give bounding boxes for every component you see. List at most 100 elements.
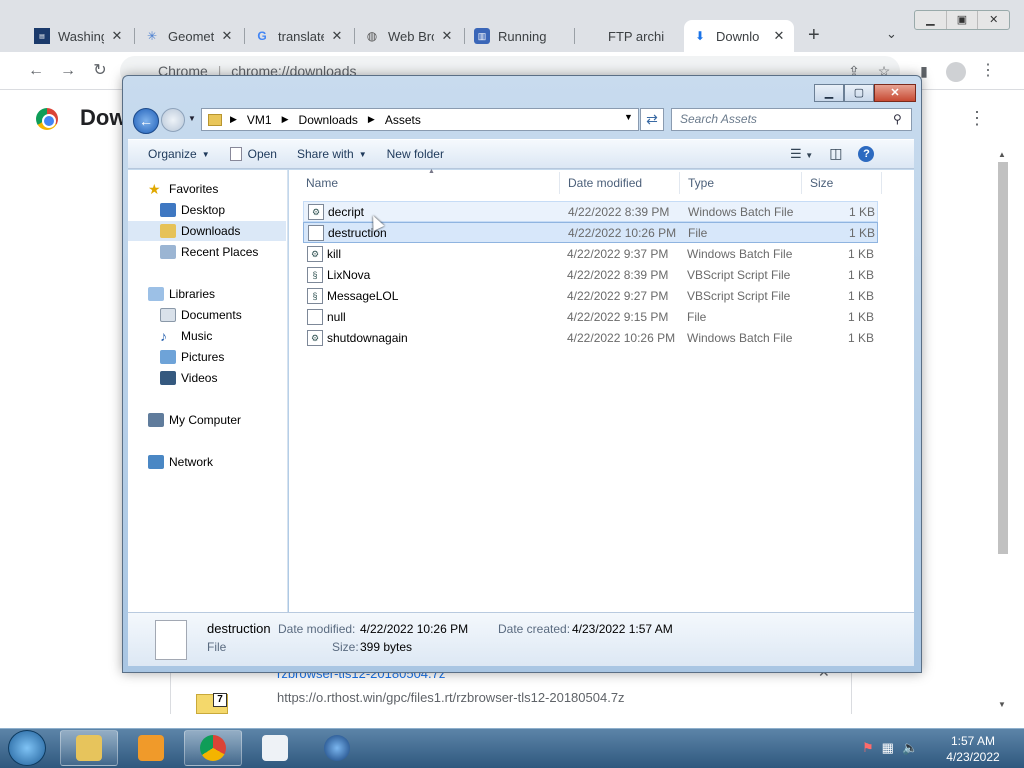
batch-file-icon: ⚙ (308, 203, 324, 220)
tab-web-browser[interactable]: ◍ Web Bro ✕ (356, 20, 462, 52)
recent-pages-dropdown[interactable]: ▼ (188, 114, 196, 123)
back-icon[interactable]: ← (26, 61, 46, 81)
breadcrumb-vm1[interactable]: VM1 (247, 113, 272, 127)
clock[interactable]: 1:57 AM 4/23/2022 (946, 733, 1000, 765)
file-row[interactable]: § MessageLOL 4/22/2022 9:27 PM VBScript Sc… (303, 285, 878, 306)
videos-icon (160, 371, 176, 385)
address-dropdown-icon[interactable]: ▼ (624, 112, 633, 122)
tab-running[interactable]: ▥ Running (466, 20, 572, 52)
taskbar-explorer[interactable] (60, 730, 118, 766)
network-status-icon[interactable]: ▦ (882, 740, 894, 756)
minimize-button[interactable]: ▁ (915, 11, 947, 29)
forward-button[interactable] (161, 108, 185, 132)
navigation-pane: ★ Favorites Desktop Downloads Recent Plac… (128, 170, 288, 612)
batch-file-icon: ⚙ (307, 329, 323, 346)
taskbar-task-manager[interactable] (246, 730, 304, 766)
close-icon[interactable]: ✕ (440, 28, 454, 44)
close-icon[interactable]: ✕ (110, 28, 124, 44)
forward-icon[interactable]: → (58, 61, 78, 81)
system-tray: ⚑ ▦ 🔈 (862, 740, 918, 756)
tab-washington[interactable]: ▤ Washing ✕ (26, 20, 132, 52)
column-date-modified[interactable]: Date modified (560, 172, 680, 194)
chrome-menu-icon[interactable]: ⋮ (978, 61, 998, 81)
clock-time: 1:57 AM (950, 734, 996, 748)
maximize-button[interactable]: ▢ (844, 84, 874, 102)
profile-icon[interactable] (946, 62, 966, 82)
nav-desktop[interactable]: Desktop (128, 200, 286, 220)
close-icon[interactable]: ✕ (220, 28, 234, 44)
organize-button[interactable]: Organize ▼ (138, 147, 220, 161)
tab-translate[interactable]: G translate ✕ (246, 20, 352, 52)
breadcrumb-assets[interactable]: Assets (385, 113, 421, 127)
file-row[interactable]: § LixNova 4/22/2022 8:39 PM VBScript Scrip… (303, 264, 878, 285)
taskbar-chrome[interactable] (184, 730, 242, 766)
close-button[interactable]: ✕ (978, 11, 1009, 29)
download-url[interactable]: https://o.rthost.win/gpc/files1.rt/rzbro… (277, 690, 625, 705)
close-icon[interactable]: ✕ (330, 28, 344, 44)
column-size[interactable]: Size (802, 172, 882, 194)
share-with-button[interactable]: Share with ▼ (287, 147, 377, 161)
scroll-up-icon[interactable]: ▲ (998, 150, 1006, 159)
nav-my-computer[interactable]: My Computer (128, 410, 286, 430)
chrome-logo-icon (36, 108, 58, 130)
file-row[interactable]: ⚙ kill 4/22/2022 9:37 PM Windows Batch Fil… (303, 243, 878, 264)
action-center-icon[interactable]: ⚑ (862, 740, 874, 756)
breadcrumb-separator[interactable]: ▶ (230, 114, 237, 125)
file-icon (308, 224, 324, 241)
close-icon[interactable]: ✕ (772, 28, 786, 44)
search-input[interactable]: Search Assets (671, 108, 912, 131)
google-icon: G (257, 29, 267, 43)
tab-search-icon[interactable]: ⌄ (886, 26, 897, 42)
nav-downloads[interactable]: Downloads (128, 221, 286, 241)
preview-pane-icon[interactable]: ◫ (829, 145, 842, 162)
column-type[interactable]: Type (680, 172, 802, 194)
nav-recent-places[interactable]: Recent Places (128, 242, 286, 262)
scroll-down-icon[interactable]: ▼ (998, 700, 1006, 709)
nav-favorites[interactable]: ★ Favorites (128, 179, 286, 199)
archive-badge: 7 (213, 693, 227, 707)
new-folder-button[interactable]: New folder (377, 147, 454, 161)
address-bar[interactable]: ▶ VM1 ▶ Downloads ▶ Assets (201, 108, 639, 131)
file-row[interactable]: ⚙ decript 4/22/2022 8:39 PM Windows Batch … (303, 201, 878, 222)
back-button[interactable]: ← (133, 108, 159, 134)
open-button[interactable]: Open (220, 147, 287, 161)
column-name[interactable]: Name (298, 172, 560, 194)
help-icon[interactable]: ? (858, 145, 875, 162)
music-icon: ♪ (160, 328, 167, 344)
nav-music[interactable]: ♪ Music (128, 326, 286, 346)
breadcrumb-separator[interactable]: ▶ (368, 114, 375, 125)
tab-ftp-archive[interactable]: FTP archi (576, 20, 682, 52)
details-filetype: File (207, 640, 227, 654)
taskbar-browser[interactable] (308, 730, 366, 766)
volume-icon[interactable]: 🔈 (902, 740, 918, 756)
nav-network[interactable]: Network (128, 452, 286, 472)
nav-pictures[interactable]: Pictures (128, 347, 286, 367)
minimize-button[interactable]: ▁ (814, 84, 844, 102)
change-view-icon[interactable]: ☰ ▼ (790, 146, 813, 162)
more-options-icon[interactable]: ⋮ (968, 108, 986, 129)
nav-libraries[interactable]: Libraries (128, 284, 286, 304)
file-row[interactable]: null 4/22/2022 9:15 PM File 1 KB (303, 306, 878, 327)
nav-documents[interactable]: Documents (128, 305, 286, 325)
file-row[interactable]: ⚙ shutdownagain 4/22/2022 10:26 PM Windows… (303, 327, 878, 348)
breadcrumb-separator[interactable]: ▶ (282, 114, 289, 125)
download-icon: ⬇ (694, 29, 706, 43)
reload-icon[interactable]: ↻ (90, 61, 110, 81)
refresh-button[interactable]: ⇄ (640, 108, 664, 131)
tab-downloads[interactable]: ⬇ Downlo ✕ (684, 20, 794, 52)
geometry-icon: ✳ (146, 29, 158, 43)
tab-geometry[interactable]: ✳ Geomet ✕ (136, 20, 242, 52)
new-tab-button[interactable]: + (808, 24, 820, 47)
nav-videos[interactable]: Videos (128, 368, 286, 388)
clock-date: 4/23/2022 (946, 750, 1000, 764)
file-row-selected[interactable]: destruction 4/22/2022 10:26 PM File 1 KB (303, 222, 878, 243)
breadcrumb-downloads[interactable]: Downloads (299, 113, 358, 127)
globe-icon: ◍ (366, 29, 378, 43)
start-button[interactable] (8, 730, 46, 766)
search-icon[interactable]: ⚲ (893, 112, 902, 126)
close-button[interactable]: ✕ (874, 84, 916, 102)
scrollbar-thumb[interactable] (998, 162, 1008, 554)
restore-button[interactable]: ▣ (947, 11, 979, 29)
taskbar-media-player[interactable] (122, 730, 180, 766)
vbscript-file-icon: § (307, 266, 323, 283)
